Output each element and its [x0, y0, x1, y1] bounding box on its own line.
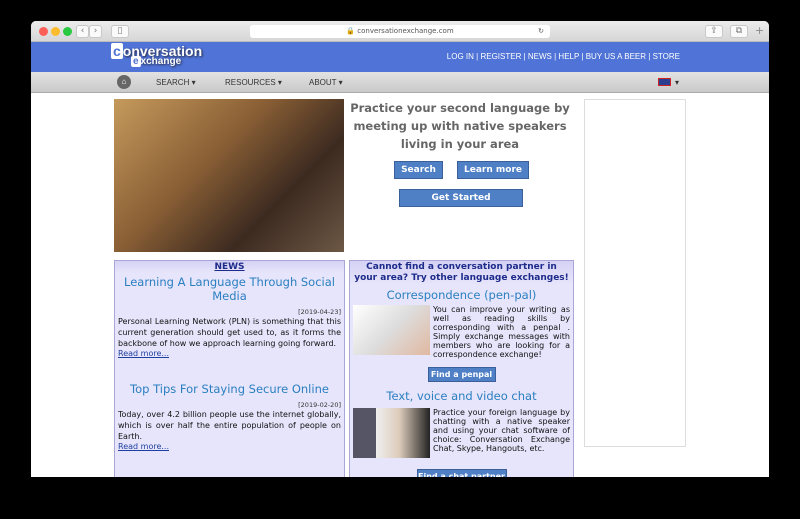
news-date: [2019-04-23]: [298, 308, 341, 316]
chat-text: Practice your foreign language by chatti…: [433, 408, 570, 453]
news-text: Personal Learning Network (PLN) is somet…: [118, 317, 341, 348]
back-icon[interactable]: ‹: [76, 25, 89, 38]
news-title[interactable]: Learning A Language Through Social Media: [115, 275, 344, 303]
minimize-window-button[interactable]: [51, 27, 60, 36]
exchanges-panel: Cannot find a conversation partner in yo…: [349, 260, 574, 477]
nav-search-label: SEARCH: [156, 78, 190, 87]
find-chat-partner-button[interactable]: Find a chat partner: [416, 469, 507, 477]
nav-resources[interactable]: RESOURCES ▾: [225, 78, 282, 87]
sidebar-ad: [584, 99, 686, 447]
chat-title: Text, voice and video chat: [386, 389, 537, 403]
find-penpal-button[interactable]: Find a penpal: [427, 367, 496, 382]
logo-c: c: [111, 43, 123, 59]
hero-photo: [114, 99, 344, 252]
news-heading[interactable]: NEWS: [115, 261, 344, 273]
address-bar[interactable]: 🔒 conversationexchange.com ↻: [250, 25, 550, 38]
news-title[interactable]: Top Tips For Staying Secure Online: [115, 382, 344, 396]
hero-tagline: Practice your second language by meeting…: [350, 101, 570, 151]
store-link[interactable]: STORE: [653, 52, 680, 61]
logo-line2: xchange: [140, 56, 182, 67]
beer-link[interactable]: BUY US A BEER: [586, 52, 646, 61]
logo-e: e: [131, 56, 141, 67]
news-text: Today, over 4.2 billion people use the i…: [118, 410, 341, 441]
nav-resources-label: RESOURCES: [225, 78, 276, 87]
forward-icon[interactable]: ›: [89, 25, 102, 38]
help-link[interactable]: HELP: [558, 52, 579, 61]
news-panel: NEWS Learning A Language Through Social …: [114, 260, 345, 477]
keyboard-photo: [353, 305, 430, 355]
penpal-title: Correspondence (pen-pal): [386, 288, 537, 302]
news-date: [2019-02-20]: [298, 401, 341, 409]
chat-photo: [353, 408, 430, 458]
exchanges-heading: Cannot find a conversation partner in yo…: [350, 261, 573, 285]
language-chevron-icon[interactable]: ▾: [675, 78, 679, 87]
uk-flag-icon[interactable]: [658, 78, 671, 86]
new-tab-icon[interactable]: +: [755, 24, 764, 37]
login-link[interactable]: LOG IN: [447, 52, 474, 61]
share-icon[interactable]: ⇪: [705, 25, 723, 38]
get-started-button[interactable]: Get Started: [399, 189, 523, 207]
register-link[interactable]: REGISTER: [480, 52, 521, 61]
top-links: LOG IN | REGISTER | NEWS | HELP | BUY US…: [446, 52, 680, 61]
read-more-link[interactable]: Read more...: [115, 349, 344, 358]
penpal-text: You can improve your writing as well as …: [433, 305, 570, 359]
home-icon[interactable]: ⌂: [117, 75, 131, 89]
logo[interactable]: c onversation e xchange: [111, 43, 202, 67]
url-text: conversationexchange.com: [357, 27, 454, 35]
tabs-icon[interactable]: ⧉: [730, 25, 748, 38]
main-nav: ⌂ SEARCH ▾ RESOURCES ▾ ABOUT ▾ ▾: [31, 72, 769, 93]
site-header: c onversation e xchange LOG IN | REGISTER …: [31, 42, 769, 72]
news-link[interactable]: NEWS: [528, 52, 552, 61]
browser-toolbar: ‹ › ▯ 🔒 conversationexchange.com ↻ ⇪ ⧉ +: [31, 21, 769, 42]
learn-more-button[interactable]: Learn more: [457, 161, 529, 179]
nav-about[interactable]: ABOUT ▾: [309, 78, 343, 87]
reload-icon[interactable]: ↻: [538, 25, 544, 38]
nav-search[interactable]: SEARCH ▾: [156, 78, 196, 87]
read-more-link[interactable]: Read more...: [115, 442, 344, 451]
close-window-button[interactable]: [39, 27, 48, 36]
nav-about-label: ABOUT: [309, 78, 337, 87]
search-button[interactable]: Search: [394, 161, 443, 179]
sidebar-icon[interactable]: ▯: [111, 25, 129, 38]
zoom-window-button[interactable]: [63, 27, 72, 36]
browser-window: ‹ › ▯ 🔒 conversationexchange.com ↻ ⇪ ⧉ + …: [31, 21, 769, 477]
